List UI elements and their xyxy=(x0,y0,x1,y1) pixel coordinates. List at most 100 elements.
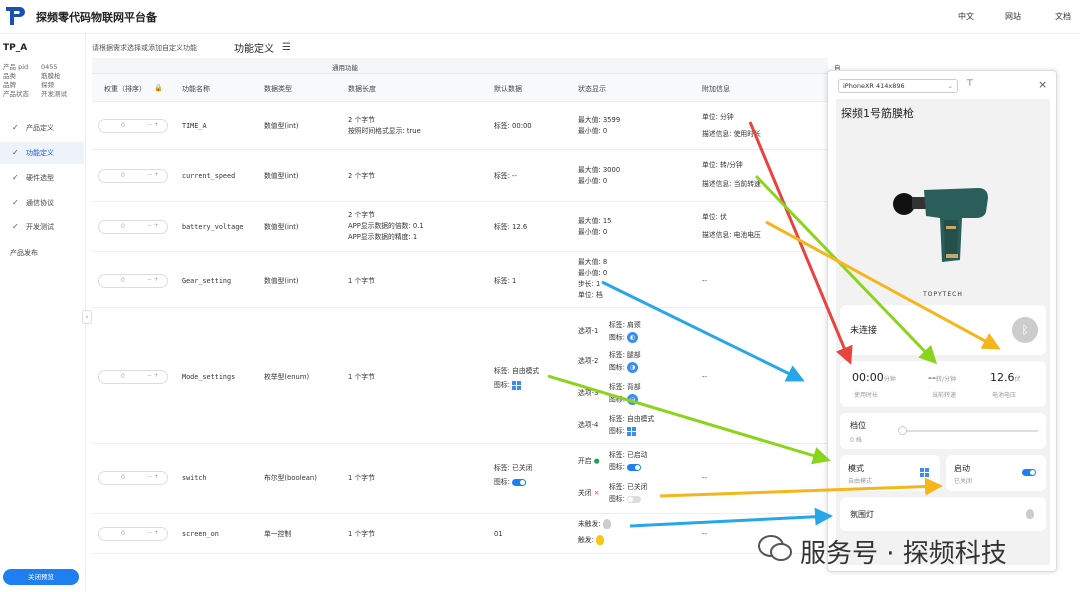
on-state-icon: 图标: xyxy=(609,462,642,473)
option-4: 选项-4 xyxy=(578,421,599,429)
data-type: 数值型(int) xyxy=(264,223,299,231)
weight-stepper[interactable]: 0− + xyxy=(98,527,168,541)
tab-common-functions[interactable]: 通用功能 xyxy=(332,62,358,72)
mode-value: 自由模式 xyxy=(848,478,873,485)
watermark-text: 服务号 · 探频科技 xyxy=(800,539,1007,569)
option-2-icon: 图标: ◑ xyxy=(609,362,639,374)
default-data: 01 xyxy=(494,530,503,538)
table-row: 0− + Gear_setting 数值型(int) 1 个字节 标签: 1 最… xyxy=(92,252,828,308)
step-publish[interactable]: 产品发布 xyxy=(10,248,38,258)
pin-icon[interactable]: ⊤ xyxy=(966,79,974,89)
ambient-light-card[interactable]: 氛围灯 xyxy=(840,497,1046,531)
extra-unit: 单位: 转/分钟 xyxy=(702,161,743,169)
start-toggle[interactable] xyxy=(1022,469,1036,476)
nav-website[interactable]: 网站 xyxy=(1005,11,1021,22)
nav-language[interactable]: 中文 xyxy=(958,11,974,22)
option-2-label: 标签: 腿部 xyxy=(609,351,641,359)
ambient-light-label: 氛围灯 xyxy=(850,510,874,519)
data-type: 布尔型(boolean) xyxy=(264,474,317,482)
check-icon: ✓ xyxy=(12,222,19,231)
mode-card[interactable]: 模式 自由模式 xyxy=(840,455,940,491)
page-title: 功能定义 xyxy=(234,44,274,55)
data-length: 2 个字节 xyxy=(348,116,375,124)
default-data: 标签: 12.6 xyxy=(494,223,528,231)
metric-voltage: 12.6伏 xyxy=(990,371,1021,384)
preview-panel: iPhoneXR 414x896 ⌄ ⊤ × 探频1号筋膜枪 TOPYTECH 未… xyxy=(827,70,1057,572)
weight-stepper[interactable]: 0− + xyxy=(98,471,168,485)
menu-icon[interactable]: ☰ xyxy=(282,42,291,53)
gear-slider-handle[interactable] xyxy=(898,426,907,435)
leg-icon: ◑ xyxy=(627,362,639,373)
off-state-icon: 图标: xyxy=(609,494,642,505)
data-length-precision: APP显示数据的精度: 1 xyxy=(348,233,418,241)
data-length: 1 个字节 xyxy=(348,373,375,381)
check-icon: ✓ xyxy=(12,148,19,157)
on-state-label: 标签: 已启动 xyxy=(609,451,648,459)
massage-gun-image xyxy=(893,188,988,262)
option-1: 选项-1 xyxy=(578,327,599,335)
option-4-icon: 图标: xyxy=(609,426,637,437)
weight-stepper[interactable]: 0− + xyxy=(98,169,168,183)
status-unit: 单位: 档 xyxy=(578,291,603,299)
gear-slider[interactable] xyxy=(900,430,1038,432)
weight-stepper[interactable]: 0− + xyxy=(98,370,168,384)
extra-desc: 描述信息: 使用时长 xyxy=(702,130,761,138)
default-data: 标签: 00:00 xyxy=(494,122,532,130)
weight-stepper[interactable]: 0− + xyxy=(98,220,168,234)
data-length: 1 个字节 xyxy=(348,474,375,482)
extra-none: -- xyxy=(702,373,707,381)
step-hardware-selection[interactable]: ✓ 硬件选型 xyxy=(0,167,84,189)
free-mode-icon xyxy=(920,468,929,477)
bluetooth-icon[interactable]: ᛒ xyxy=(1012,317,1038,343)
collapse-sidebar-icon[interactable]: ‹ xyxy=(82,310,92,324)
function-name: Gear_setting xyxy=(182,277,232,285)
function-name: screen_on xyxy=(182,530,219,538)
default-icon: 图标: xyxy=(494,380,522,391)
data-length: 2 个字节 xyxy=(348,172,375,180)
col-default: 默认数据 xyxy=(494,85,522,93)
lock-icon: 🔒 xyxy=(154,84,163,92)
col-type: 数据类型 xyxy=(264,85,292,93)
option-3-label: 标签: 背部 xyxy=(609,383,641,391)
tab-bar: 通用功能 自定义功能 xyxy=(92,58,841,112)
status-min: 最小值: 0 xyxy=(578,127,608,135)
device-select[interactable]: iPhoneXR 414x896 ⌄ xyxy=(838,79,958,93)
default-icon: 图标: xyxy=(494,477,527,488)
step-protocol[interactable]: ✓ 通信协议 xyxy=(0,192,84,214)
extra-desc: 描述信息: 当前转速 xyxy=(702,180,761,188)
function-name: switch xyxy=(182,474,207,482)
data-type: 数值型(int) xyxy=(264,172,299,180)
on-state: 开启 ● xyxy=(578,457,600,465)
data-type: 数值型(int) xyxy=(264,277,299,285)
close-preview-button[interactable]: 关闭预览 xyxy=(3,569,79,585)
table-header: 权重（排序） 🔒 功能名称 数据类型 数据长度 默认数据 状态显示 附加信息 xyxy=(92,74,828,102)
toggle-on-icon xyxy=(512,478,527,486)
status-step: 步长: 1 xyxy=(578,280,601,288)
connection-card[interactable]: 未连接 ᛒ xyxy=(840,305,1046,355)
bulb-off-icon xyxy=(602,519,611,529)
option-4-label: 标签: 自由模式 xyxy=(609,415,655,423)
col-extra: 附加信息 xyxy=(702,85,730,93)
weight-stepper[interactable]: 0− + xyxy=(98,274,168,288)
triggered-state: 触发: xyxy=(578,535,605,546)
option-3-icon: 图标: ◒ xyxy=(609,394,639,406)
close-icon[interactable]: × xyxy=(1038,78,1047,91)
extra-none: -- xyxy=(702,277,707,285)
nav-docs[interactable]: 文档 xyxy=(1055,11,1071,22)
default-data: 标签: -- xyxy=(494,172,517,180)
step-product-definition[interactable]: ✓ 产品定义 xyxy=(0,117,84,139)
data-length: 1 个字节 xyxy=(348,530,375,538)
col-length: 数据长度 xyxy=(348,85,376,93)
table-row: 0− + TIME_A 数值型(int) 2 个字节 按照时间格式显示: tru… xyxy=(92,102,828,150)
status-max: 最大值: 3599 xyxy=(578,116,621,124)
step-dev-test[interactable]: ✓ 开发测试 xyxy=(0,216,84,238)
step-function-definition[interactable]: ✓ 功能定义 xyxy=(0,142,84,164)
data-type: 枚举型(enum) xyxy=(264,373,310,381)
gear-label: 档位 xyxy=(850,421,866,430)
brand-label: TOPYTECH xyxy=(923,291,963,298)
toggle-off-icon xyxy=(627,495,642,503)
start-card[interactable]: 启动 已关闭 xyxy=(946,455,1046,491)
weight-stepper[interactable]: 0− + xyxy=(98,119,168,133)
bulb-on-icon xyxy=(596,535,605,545)
extra-unit: 单位: 伏 xyxy=(702,213,727,221)
